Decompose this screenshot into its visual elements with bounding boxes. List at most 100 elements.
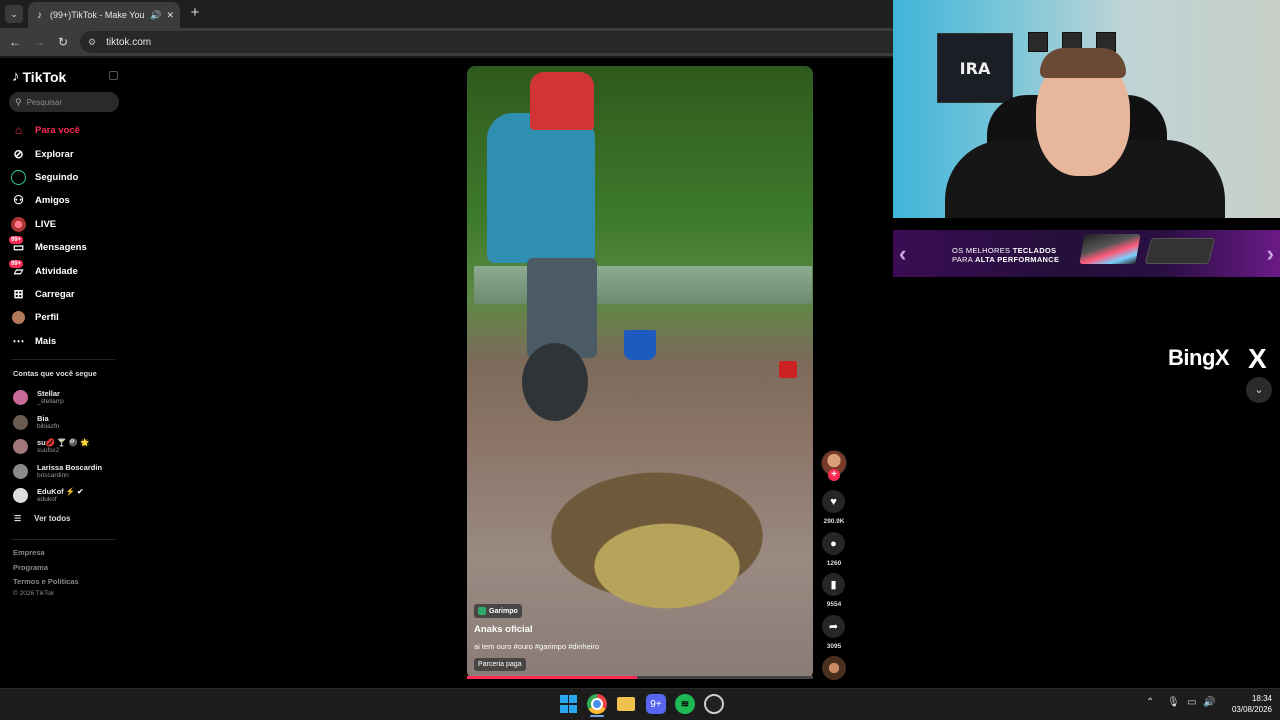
sidebar-divider: [11, 359, 115, 360]
ad-text-line2: PARA: [952, 255, 976, 264]
network-icon[interactable]: ▭: [1187, 697, 1196, 708]
account-handle: _stellarrp: [37, 398, 64, 405]
collapse-sidebar-icon[interactable]: [109, 71, 118, 80]
following-account[interactable]: EduKof ⚡ ✔ edukof: [13, 487, 83, 504]
obs-taskbar-icon[interactable]: [704, 694, 724, 714]
nav-item-amigos[interactable]: ⚇ Amigos: [11, 191, 70, 209]
file-explorer-icon[interactable]: [617, 697, 635, 711]
see-all-link[interactable]: ☰ Ver todos: [14, 514, 71, 523]
browser-tab[interactable]: ♪ (99+)TikTok - Make Your Da 🔊 ✕: [28, 2, 180, 28]
bookmark-button[interactable]: ▮: [822, 573, 845, 596]
tag-icon: [478, 607, 486, 615]
start-button[interactable]: [558, 694, 578, 714]
account-handle: boscardinn: [37, 472, 69, 479]
footer-link-empresa[interactable]: Empresa: [13, 548, 45, 557]
nav-label: Atividade: [35, 265, 78, 277]
address-bar[interactable]: ⚙ tiktok.com: [80, 31, 893, 53]
messages-icon: ▭ 99+: [9, 235, 25, 254]
nav-item-live[interactable]: LIVE: [11, 215, 56, 233]
more-icon: ⋯: [12, 334, 25, 348]
tab-search-button[interactable]: ⌄: [5, 5, 23, 23]
search-input[interactable]: ⚲ Pesquisar: [9, 92, 119, 112]
video-progress-fill: [467, 676, 637, 679]
toolbar-divider: [0, 56, 893, 58]
chevron-down-icon: ⌄: [10, 8, 18, 19]
system-clock[interactable]: 18:34 03/08/2026: [1222, 693, 1272, 715]
music-disc-icon[interactable]: [822, 656, 846, 680]
like-button[interactable]: ♥: [822, 490, 845, 513]
home-icon: ⌂: [14, 123, 23, 137]
tiktok-favicon-icon: ♪: [37, 9, 42, 21]
nav-item-para-voce[interactable]: ⌂ Para você: [11, 121, 80, 139]
chrome-taskbar-icon[interactable]: [587, 694, 607, 714]
account-name: su💋 🍸 🎱 🌟: [37, 438, 90, 447]
avatar: [13, 439, 28, 454]
search-icon: ⚲: [15, 96, 22, 107]
nav-item-atividade[interactable]: ▱ 99+ Atividade: [9, 259, 78, 280]
discord-taskbar-icon[interactable]: 9+: [646, 694, 666, 714]
ad-keyboard-image: [1079, 234, 1141, 264]
nav-label: Explorar: [35, 148, 74, 160]
like-count: 290.9K: [823, 518, 845, 525]
footer-link-programa[interactable]: Programa: [13, 563, 48, 572]
ad-keyboard-image: [1144, 238, 1216, 264]
following-account[interactable]: Bia bibiazfn: [13, 414, 59, 431]
avatar: [13, 488, 28, 503]
discord-badge: 9+: [650, 698, 662, 710]
volume-icon[interactable]: 🔊: [1203, 697, 1215, 708]
microphone-icon[interactable]: 🎙: [1167, 697, 1180, 708]
speaker-icon[interactable]: 🔊: [150, 10, 161, 21]
account-name: Larissa Boscardin: [37, 463, 103, 472]
nav-label: Para você: [35, 124, 80, 136]
video-author[interactable]: Anaks oficial: [474, 624, 533, 635]
footer-link-termos[interactable]: Termos e Políticas: [13, 577, 79, 586]
nav-item-seguindo[interactable]: Seguindo: [11, 168, 78, 186]
share-icon: ➦: [828, 621, 839, 633]
comment-count: 1260: [826, 560, 842, 567]
nav-label: Carregar: [35, 288, 75, 300]
comment-button[interactable]: ●: [822, 532, 845, 555]
activity-badge: 99+: [9, 259, 24, 268]
nav-label: Amigos: [35, 194, 70, 206]
following-account[interactable]: su💋 🍸 🎱 🌟 suufsx2: [13, 438, 89, 455]
sponsor-logo-text: BingX: [1168, 345, 1230, 370]
avatar: [13, 415, 28, 430]
account-handle: suufsx2: [37, 447, 60, 454]
following-heading: Contas que você segue: [13, 369, 97, 378]
site-info-icon[interactable]: ⚙: [88, 37, 96, 48]
bookmark-count: 9554: [826, 601, 842, 608]
comment-icon: ●: [830, 537, 837, 550]
tiktok-logo[interactable]: ♪ TikTok: [12, 68, 66, 85]
reload-icon[interactable]: ↻: [55, 34, 71, 50]
back-icon[interactable]: ←: [7, 34, 23, 50]
tiktok-note-icon: ♪: [12, 68, 20, 85]
account-name: EduKof ⚡ ✔: [37, 487, 84, 496]
ad-text: OS MELHORES TECLADOS PARA ALTA PERFORMAN…: [952, 246, 1059, 264]
following-icon: [11, 169, 26, 185]
new-tab-button[interactable]: +: [187, 5, 203, 21]
spotify-taskbar-icon[interactable]: ≋: [675, 694, 695, 714]
compass-icon: ⊘: [13, 147, 24, 161]
share-button[interactable]: ➦: [822, 615, 845, 638]
account-handle: bibiazfn: [37, 423, 60, 430]
nav-item-perfil[interactable]: Perfil: [11, 308, 59, 326]
follow-plus-icon[interactable]: +: [828, 469, 840, 481]
nav-item-carregar[interactable]: ⊞ Carregar: [11, 285, 75, 303]
close-tab-icon[interactable]: ✕: [166, 10, 174, 21]
following-account[interactable]: Stellar _stellarrp: [13, 389, 64, 406]
nav-item-mais[interactable]: ⋯ Mais: [11, 332, 57, 350]
video-progress-bar[interactable]: [467, 676, 813, 679]
list-icon: ☰: [14, 514, 22, 523]
video-scene-stream: [474, 266, 812, 304]
account-handle: edukof: [37, 496, 57, 503]
nav-item-mensagens[interactable]: ▭ 99+ Mensagens: [9, 235, 87, 256]
url-text: tiktok.com: [106, 36, 152, 48]
ad-text-line1-bold: TECLADOS: [1012, 246, 1057, 255]
chevron-up-icon[interactable]: ⌃: [1146, 697, 1154, 708]
upload-icon: ⊞: [13, 287, 24, 301]
next-video-button[interactable]: ⌄: [1246, 377, 1272, 403]
video-tag[interactable]: Garimpo: [474, 604, 522, 618]
nav-item-explorar[interactable]: ⊘ Explorar: [11, 145, 74, 163]
following-account[interactable]: Larissa Boscardin boscardinn: [13, 463, 102, 480]
forward-icon[interactable]: →: [31, 34, 47, 50]
